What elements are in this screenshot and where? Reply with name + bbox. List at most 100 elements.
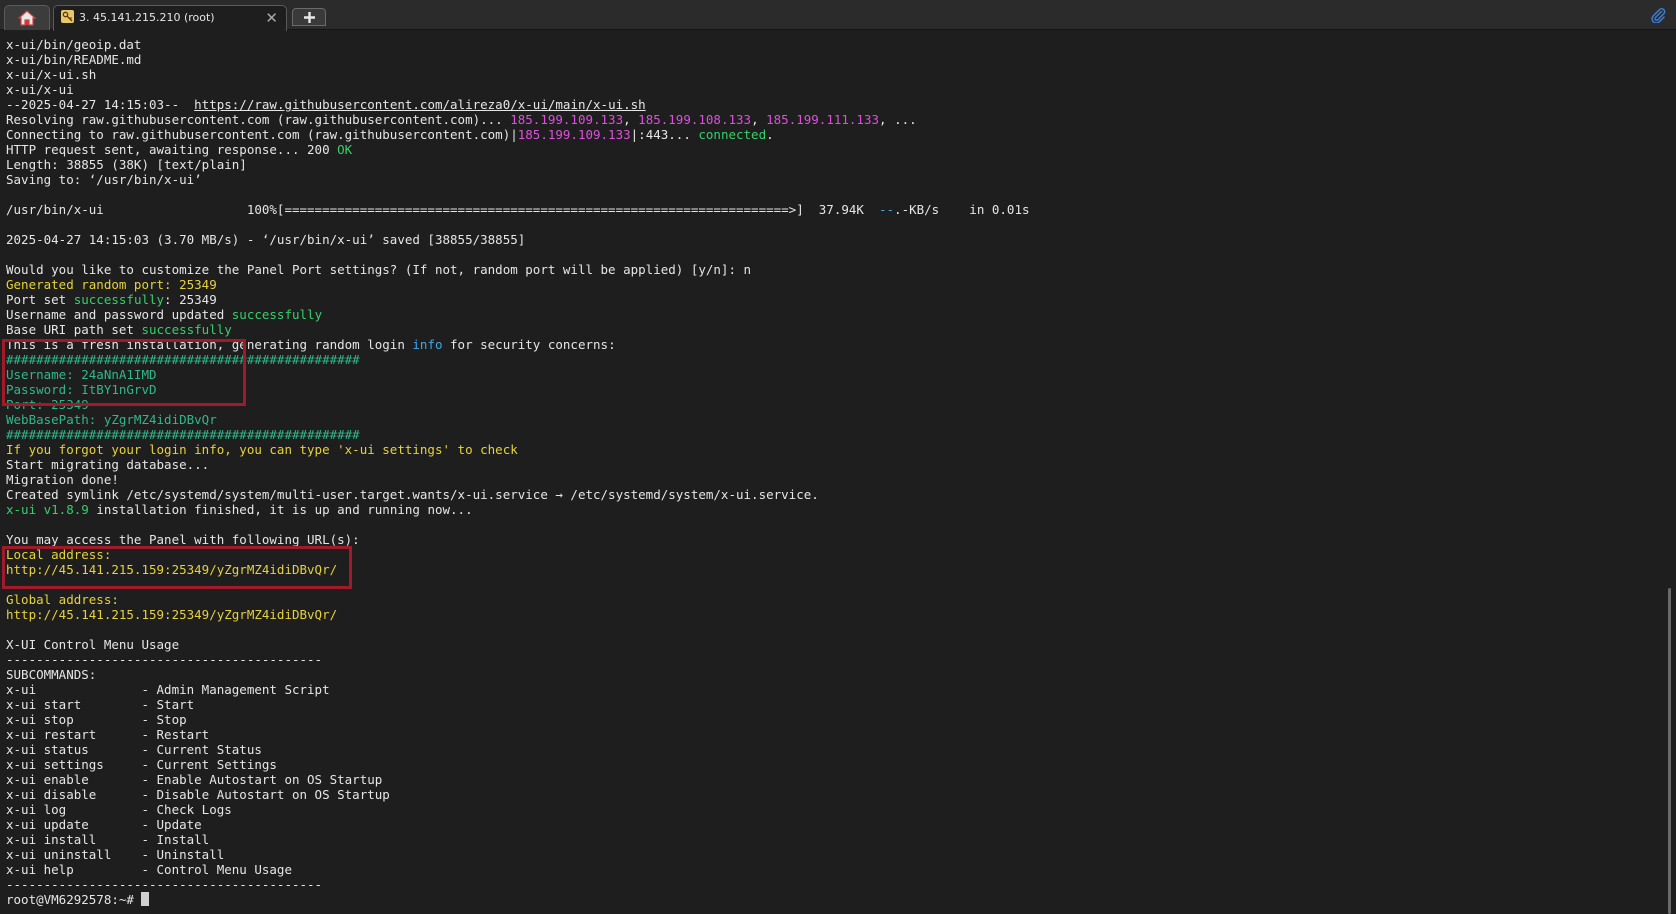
terminal-line: x-ui disable - Disable Autostart on OS S… [6,787,1616,802]
terminal-text: --2025-04-27 14:15:03-- [6,97,195,112]
terminal-text: x-ui v1.8.9 [6,502,89,517]
terminal-line: WebBasePath: yZgrMZ4idiDBvQr [6,412,1616,427]
terminal-text: Saving to: ‘/usr/bin/x-ui’ [6,172,202,187]
terminal-line: ########################################… [6,427,1616,442]
terminal-line: This is a fresh installation, generating… [6,337,1616,352]
terminal-line: Username and password updated successful… [6,307,1616,322]
terminal-text: x-ui - Admin Management Script [6,682,330,697]
terminal-text: x-ui/bin/geoip.dat [6,37,142,52]
terminal-text: x-ui enable - Enable Autostart on OS Sta… [6,772,383,787]
terminal-text: ----------------------------------------… [6,877,323,892]
terminal-line: x-ui v1.8.9 installation finished, it is… [6,502,1616,517]
terminal-text: Connecting to raw.githubusercontent.com … [6,127,518,142]
terminal-text: Port set [6,292,74,307]
close-icon[interactable]: ✕ [265,8,278,28]
terminal-line: x-ui update - Update [6,817,1616,832]
terminal-line: ----------------------------------------… [6,652,1616,667]
terminal-line: X-UI Control Menu Usage [6,637,1616,652]
tab-session-label: 3. 45.141.215.210 (root) [79,11,215,24]
terminal-text: If you forgot your login info, you can t… [6,442,518,457]
terminal-text: WebBasePath: yZgrMZ4idiDBvQr [6,412,217,427]
terminal-text: SUBCOMMANDS: [6,667,97,682]
terminal-text: Base URI path set [6,322,142,337]
scrollbar-thumb[interactable] [1668,588,1671,914]
terminal-text: |:443... [630,127,699,142]
terminal-text: 185.199.109.133 [510,112,624,127]
terminal-line: x-ui status - Current Status [6,742,1616,757]
terminal-line: Connecting to raw.githubusercontent.com … [6,127,1616,142]
terminal-line: Password: ItBY1nGrvD [6,382,1616,397]
terminal-text: x-ui status - Current Status [6,742,262,757]
new-tab-button[interactable] [292,8,326,26]
terminal-line: x-ui uninstall - Uninstall [6,847,1616,862]
terminal-line: Base URI path set successfully [6,322,1616,337]
terminal-text: for security concerns: [442,337,616,352]
terminal-line: Length: 38855 (38K) [text/plain] [6,157,1616,172]
terminal-text: X-UI Control Menu Usage [6,637,180,652]
terminal-line: x-ui/x-ui.sh [6,67,1616,82]
terminal-text: Start migrating database... [6,457,210,472]
terminal-text: /usr/bin/x-ui 100%[=====================… [6,202,879,217]
terminal-line: If you forgot your login info, you can t… [6,442,1616,457]
terminal-line: Created symlink /etc/systemd/system/mult… [6,487,1616,502]
terminal-line: Port: 25349 [6,397,1616,412]
terminal-line: Port set successfully: 25349 [6,292,1616,307]
terminal-text: HTTP request sent, awaiting response... … [6,142,338,157]
terminal-text: x-ui update - Update [6,817,202,832]
tab-home[interactable] [4,5,50,30]
terminal-text: Resolving raw.githubusercontent.com (raw… [6,112,511,127]
terminal-text: successfully [141,322,232,337]
terminal-line: x-ui log - Check Logs [6,802,1616,817]
terminal-text: 185.199.111.133 [766,112,880,127]
terminal-line: x-ui install - Install [6,832,1616,847]
terminal-text: , [751,112,767,127]
terminal-line: x-ui restart - Restart [6,727,1616,742]
terminal-line: SUBCOMMANDS: [6,667,1616,682]
terminal-text: ----------------------------------------… [6,652,323,667]
terminal-text: , [623,112,639,127]
terminal-text: Generated random port: 25349 [6,277,217,292]
prompt-line[interactable]: root@VM6292578:~# [6,892,1616,907]
terminal-text: connected [698,127,767,142]
terminal-text: x-ui uninstall - Uninstall [6,847,225,862]
terminal-line: /usr/bin/x-ui 100%[=====================… [6,202,1616,217]
terminal-line: ########################################… [6,352,1616,367]
terminal-line: x-ui start - Start [6,697,1616,712]
terminal-text: x-ui disable - Disable Autostart on OS S… [6,787,390,802]
terminal-text: x-ui restart - Restart [6,727,210,742]
terminal-text: , ... [879,112,917,127]
terminal-text: 185.199.109.133 [517,127,631,142]
terminal-line: Would you like to customize the Panel Po… [6,262,1616,277]
terminal-text: http://45.141.215.159:25349/yZgrMZ4idiDB… [6,607,338,622]
terminal-text: x-ui/bin/README.md [6,52,142,67]
terminal-line: --2025-04-27 14:15:03-- https://raw.gith… [6,97,1616,112]
terminal-text: x-ui install - Install [6,832,210,847]
terminal-text: Username and password updated [6,307,232,322]
terminal-text: Would you like to customize the Panel Po… [6,262,752,277]
terminal-text: 185.199.108.133 [638,112,752,127]
terminal-text: successfully [231,307,323,322]
terminal-text: Length: 38855 (38K) [text/plain] [6,157,247,172]
terminal-text: Created symlink /etc/systemd/system/mult… [6,487,819,502]
terminal-line: x-ui/x-ui [6,82,1616,97]
paperclip-icon[interactable] [1650,7,1666,23]
terminal-line: Start migrating database... [6,457,1616,472]
terminal-text: x-ui/x-ui.sh [6,67,97,82]
terminal-text: You may access the Panel with following … [6,532,360,547]
tab-session[interactable]: 3. 45.141.215.210 (root) ✕ [53,5,287,31]
terminal-scrollbar[interactable] [1664,30,1676,914]
terminal-line: x-ui help - Control Menu Usage [6,862,1616,877]
terminal-text: 2025-04-27 14:15:03 (3.70 MB/s) - ‘/usr/… [6,232,526,247]
terminal-output[interactable]: x-ui/bin/geoip.dat x-ui/bin/README.md x-ui… [6,37,1616,911]
terminal-text: x-ui settings - Current Settings [6,757,277,772]
terminal-line: HTTP request sent, awaiting response... … [6,142,1616,157]
terminal-line: Migration done! [6,472,1616,487]
terminal-line: x-ui enable - Enable Autostart on OS Sta… [6,772,1616,787]
terminal-text: Global address: [6,592,119,607]
home-icon [18,10,36,26]
url-link[interactable]: https://raw.githubusercontent.com/alirez… [194,97,646,112]
